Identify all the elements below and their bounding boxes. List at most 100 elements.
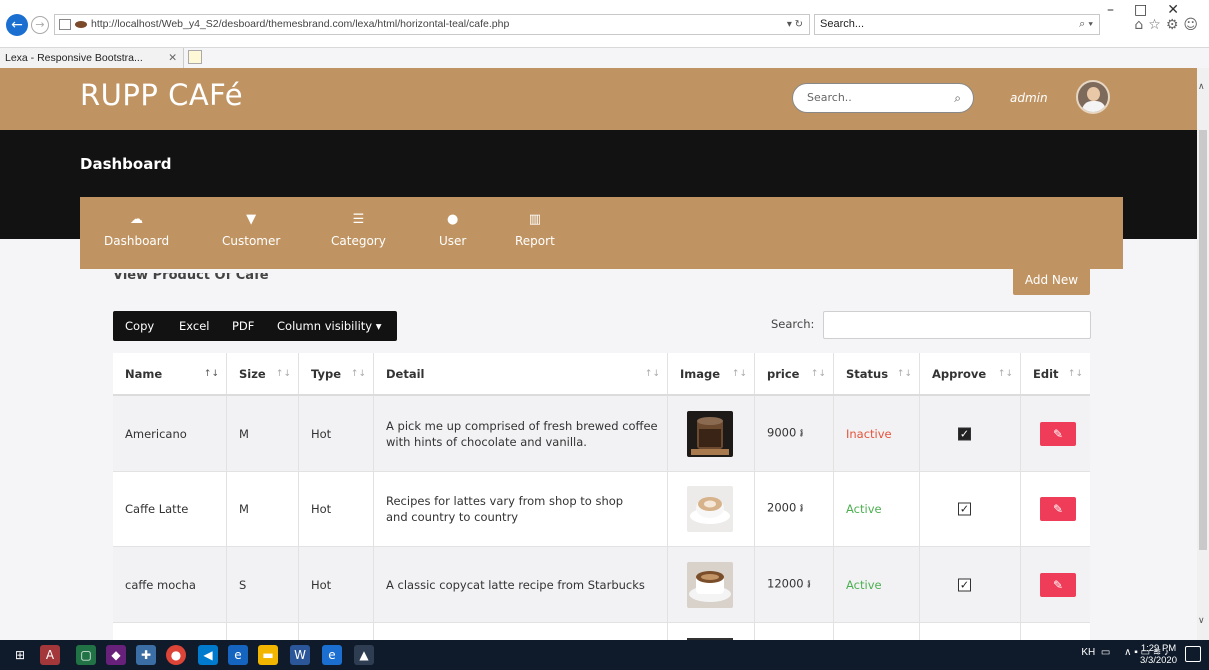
product-type: Hot [311, 502, 332, 516]
app-icon[interactable]: ▢ [76, 645, 96, 665]
menu-item-dashboard[interactable]: ☁ Dashboard [104, 211, 169, 248]
language-indicator[interactable]: KH [1081, 647, 1095, 658]
browser-search-placeholder: Search... [820, 18, 865, 30]
window-controls[interactable]: –□✕ [1107, 2, 1199, 18]
product-name: Caffe Latte [125, 502, 189, 516]
avatar[interactable] [1076, 80, 1110, 114]
page-icon [59, 19, 71, 30]
product-size: M [239, 502, 249, 516]
table-header-row: Name ↑↓ Size ↑↓ Type ↑↓ Detail ↑↓ Image ↑↓ pr… [113, 353, 1090, 396]
pdf-button[interactable]: PDF [232, 311, 254, 341]
notification-icon[interactable] [1185, 646, 1201, 662]
edge-icon[interactable]: e [228, 645, 248, 665]
header-search-placeholder: Search.. [807, 91, 852, 104]
browser-toolbar: ← → http://localhost/Web_y4_S2/desboard/… [0, 0, 1209, 48]
brand-logo[interactable]: RUPP CAFé [80, 78, 243, 112]
add-new-button[interactable]: Add New [1013, 266, 1090, 295]
scrollbar-thumb[interactable] [1199, 130, 1207, 550]
product-type: Hot [311, 577, 332, 592]
windows-start-icon[interactable]: ⊞ [10, 645, 30, 665]
menu-item-category[interactable]: ☰ Category [331, 211, 386, 248]
dashboard-icon: ☁ [130, 212, 144, 227]
customer-icon: ▼ [246, 212, 257, 227]
scroll-down-icon[interactable]: ∨ [1198, 616, 1205, 626]
edit-button[interactable]: ✎ [1040, 421, 1076, 446]
address-url: http://localhost/Web_y4_S2/desboard/them… [91, 18, 510, 30]
menu-item-user[interactable]: ● User [439, 211, 466, 248]
close-tab-icon[interactable]: ✕ [168, 48, 177, 68]
excel-button[interactable]: Excel [179, 311, 209, 341]
column-header-edit[interactable]: Edit ↑↓ [1021, 353, 1090, 394]
sort-icon: ↑↓ [997, 368, 1013, 379]
username[interactable]: admin [1010, 91, 1048, 105]
column-header-type[interactable]: Type ↑↓ [299, 353, 374, 394]
table-search-input[interactable] [823, 311, 1091, 339]
product-detail: A classic copycat latte recipe from Star… [386, 577, 645, 592]
new-tab-icon[interactable] [188, 50, 202, 64]
search-icon[interactable]: ⌕ [954, 84, 961, 112]
sort-icon: ↑↓ [203, 368, 219, 379]
product-type: Hot [311, 426, 332, 441]
site-favicon-icon [75, 21, 87, 28]
page-scrollbar[interactable]: ∧ ∨ [1197, 68, 1209, 640]
edit-button[interactable]: ✎ [1040, 572, 1076, 597]
search-icon[interactable]: ⌕ ▾ [1079, 15, 1093, 34]
column-visibility-button[interactable]: Column visibility ▾ [277, 311, 382, 341]
column-header-size[interactable]: Size ↑↓ [227, 353, 299, 394]
visual-studio-icon[interactable]: ◆ [106, 645, 126, 665]
table-row: Americano M Hot A pick me up comprised o… [113, 396, 1090, 472]
product-price: 12000 ៛ [767, 576, 811, 590]
vscode-icon[interactable]: ◀ [198, 645, 218, 665]
browser-tab[interactable]: Lexa - Responsive Bootstra... ✕ [0, 48, 184, 68]
product-detail: Recipes for lattes vary from shop to sho… [386, 494, 624, 524]
list-icon: ☰ [352, 212, 365, 227]
column-header-name[interactable]: Name ↑↓ [113, 353, 227, 394]
page-title: Dashboard [80, 155, 172, 173]
table-row [113, 623, 1090, 640]
export-toolbar: Copy Excel PDF Column visibility ▾ [113, 311, 397, 341]
file-explorer-icon[interactable]: ▬ [258, 645, 278, 665]
sort-icon: ↑↓ [1067, 368, 1083, 379]
sort-icon: ↑↓ [644, 368, 660, 379]
column-header-detail[interactable]: Detail ↑↓ [374, 353, 668, 394]
page-content: RUPP CAFé Search.. ⌕ admin Dashboard ☁ D… [0, 68, 1197, 640]
column-header-approve[interactable]: Approve ↑↓ [920, 353, 1021, 394]
product-price: 2000 ៛ [767, 500, 804, 515]
forward-arrow-icon[interactable]: → [31, 16, 49, 34]
photos-icon[interactable]: ▲ [354, 645, 374, 665]
card-title: View Product Of Cafe [113, 268, 269, 283]
sort-icon: ↑↓ [731, 368, 747, 379]
status-badge: Active [846, 502, 882, 516]
menu-item-customer[interactable]: ▼ Customer [222, 211, 280, 248]
approve-checkbox[interactable]: ✓ [958, 578, 971, 591]
word-icon[interactable]: W [290, 645, 310, 665]
bar-chart-icon: ▥ [528, 212, 542, 227]
internet-explorer-icon[interactable]: e [322, 645, 342, 665]
approve-checkbox[interactable]: ✓ [958, 502, 971, 516]
copy-button[interactable]: Copy [125, 311, 154, 341]
scroll-up-icon[interactable]: ∧ [1198, 82, 1205, 92]
edit-button[interactable]: ✎ [1040, 497, 1076, 521]
product-size: M [239, 426, 249, 441]
column-header-image[interactable]: Image ↑↓ [668, 353, 755, 394]
refresh-icon[interactable]: ▾ ↻ [787, 15, 803, 34]
menu-item-report[interactable]: ▥ Report [515, 211, 555, 248]
status-badge: Active [846, 577, 882, 592]
approve-checkbox[interactable]: ✓ [958, 427, 971, 440]
table-row: Caffe Latte M Hot Recipes for lattes var… [113, 472, 1090, 547]
pencil-icon: ✎ [1052, 502, 1064, 516]
network-icon[interactable]: ✚ [136, 645, 156, 665]
back-arrow-icon[interactable]: ← [6, 14, 28, 36]
product-image [687, 486, 733, 532]
address-bar[interactable]: http://localhost/Web_y4_S2/desboard/them… [54, 14, 810, 35]
header-search-input[interactable]: Search.. ⌕ [792, 83, 974, 113]
chrome-icon[interactable]: ● [166, 645, 186, 665]
column-header-status[interactable]: Status ↑↓ [834, 353, 920, 394]
browser-search-input[interactable]: Search... ⌕ ▾ [814, 14, 1100, 35]
browser-tab-title: Lexa - Responsive Bootstra... [5, 52, 143, 64]
product-image [687, 410, 733, 457]
column-header-price[interactable]: price ↑↓ [755, 353, 834, 394]
browser-tool-icons[interactable]: ⌂☆⚙☺ [1134, 17, 1203, 33]
clock[interactable]: 1:29 PM 3/3/2020 [1140, 643, 1177, 667]
access-app-icon[interactable]: A [40, 645, 60, 665]
